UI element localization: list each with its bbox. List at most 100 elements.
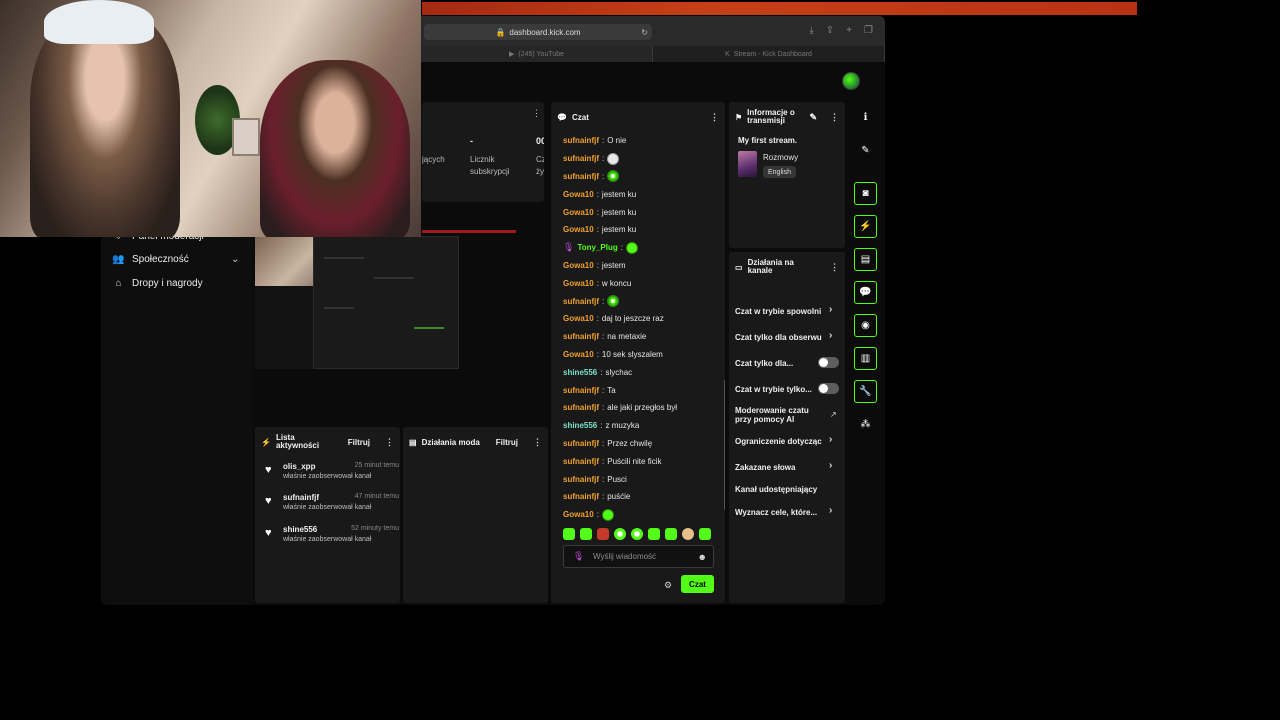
share-icon[interactable]: ⇪ — [826, 25, 834, 36]
address-bar[interactable]: 🔒 dashboard.kick.com ↻ — [424, 24, 652, 40]
send-chat-button[interactable]: Czat — [681, 575, 714, 593]
chat-username[interactable]: sufnainfjf — [563, 386, 599, 395]
gear-icon[interactable]: ⚙ — [664, 580, 672, 591]
emote-button[interactable] — [648, 528, 660, 540]
chat-username[interactable]: sufnainfjf — [563, 439, 599, 448]
sidebar-item-community[interactable]: 👥 Społeczność ⌄ — [112, 254, 239, 265]
emote-button[interactable] — [614, 528, 626, 540]
layout-icon[interactable]: ▥ — [854, 347, 877, 370]
emote-button[interactable] — [682, 528, 694, 540]
chevron-right-icon[interactable]: › — [829, 330, 832, 341]
emote-button[interactable] — [580, 528, 592, 540]
emote-icon — [601, 508, 614, 521]
emote-only-toggle[interactable] — [818, 383, 839, 394]
sidebar-item-drops[interactable]: ⌂ Dropy i nagrody — [113, 278, 202, 289]
kebab-menu-icon[interactable]: ⋮ — [830, 112, 839, 123]
chat-text: jestem ku — [601, 207, 637, 217]
follower-name[interactable]: shine556 — [283, 525, 317, 534]
chat-username[interactable]: sufnainfjf — [563, 492, 599, 501]
chat-username[interactable]: sufnainfjf — [563, 457, 599, 466]
chat-username[interactable]: Gowa10 — [563, 510, 594, 519]
kebab-menu-icon[interactable]: ⋮ — [385, 437, 394, 448]
chat-username[interactable]: sufnainfjf — [563, 136, 599, 145]
chat-username[interactable]: Gowa10 — [563, 208, 594, 217]
chat-username[interactable]: Tony_Plug — [577, 243, 617, 252]
external-link-icon[interactable]: ↗ — [830, 410, 837, 419]
filter-button[interactable]: Filtruj — [348, 438, 370, 447]
slow-mode-item[interactable]: Czat w trybie spowolni — [735, 307, 839, 316]
emote-button[interactable] — [665, 528, 677, 540]
chat-message: Gowa10: — [563, 506, 723, 524]
emoji-icon[interactable]: ☻ — [698, 552, 707, 562]
ai-moderation-item-2[interactable]: przy pomocy AI — [735, 415, 839, 424]
chat-username[interactable]: Gowa10 — [563, 350, 594, 359]
kebab-menu-icon[interactable]: ⋮ — [830, 262, 839, 273]
kebab-menu-icon[interactable]: ⋮ — [533, 437, 542, 448]
preview-screen — [313, 236, 459, 369]
chevron-down-icon[interactable]: ⌄ — [231, 254, 239, 265]
subscribers-only-toggle[interactable] — [818, 357, 839, 368]
chat-username[interactable]: shine556 — [563, 368, 597, 377]
set-goals-item[interactable]: Wyznacz cele, które... — [735, 508, 839, 517]
stream-preview[interactable] — [255, 236, 459, 369]
wrench-icon[interactable]: 🔧 — [854, 380, 877, 403]
chat-username[interactable]: sufnainfjf — [563, 403, 599, 412]
chevron-right-icon[interactable]: › — [829, 434, 832, 445]
chat-message: sufnainfjf: Puścili nite ficik — [563, 452, 723, 470]
tab-kick-dashboard[interactable]: K Stream - Kick Dashboard — [653, 46, 885, 62]
follower-name[interactable]: sufnainfjf — [283, 493, 319, 502]
camera-icon[interactable]: ◙ — [854, 182, 877, 205]
chevron-right-icon[interactable]: › — [829, 460, 832, 471]
kebab-menu-icon[interactable]: ⋮ — [710, 112, 719, 123]
emote-button[interactable] — [563, 528, 575, 540]
chat-bubble-icon[interactable]: 💬 — [854, 281, 877, 304]
chat-username[interactable]: Gowa10 — [563, 279, 594, 288]
ai-moderation-item[interactable]: Moderowanie czatu — [735, 406, 839, 415]
chat-username[interactable]: sufnainfjf — [563, 154, 599, 163]
chat-scrollbar[interactable] — [724, 380, 725, 510]
broadcast-icon[interactable]: ◉ — [854, 314, 877, 337]
chat-separator: : — [602, 154, 605, 164]
tab-youtube[interactable]: ▶ (245) YouTube — [421, 46, 653, 62]
followers-only-item[interactable]: Czat tylko dla obserwu — [735, 333, 839, 342]
chevron-right-icon[interactable]: › — [829, 505, 832, 516]
chat-username[interactable]: Gowa10 — [563, 190, 594, 199]
flash-icon[interactable]: ⚡ — [854, 215, 877, 238]
chat-message: sufnainfjf: O nie — [563, 132, 723, 150]
chat-username[interactable]: sufnainfjf — [563, 332, 599, 341]
chat-username[interactable]: sufnainfjf — [563, 297, 599, 306]
chat-text: na metaxie — [607, 332, 647, 342]
chat-username[interactable]: sufnainfjf — [563, 475, 599, 484]
reload-icon[interactable]: ↻ — [641, 28, 648, 37]
host-channel-item[interactable]: Kanał udostępniający — [735, 485, 839, 494]
avatar[interactable] — [842, 72, 860, 90]
kebab-menu-icon[interactable]: ⋮ — [532, 108, 541, 119]
chat-separator: : — [596, 260, 599, 270]
chat-bubble-icon: 💬 — [557, 112, 567, 122]
new-tab-icon[interactable]: + — [846, 25, 852, 36]
emote-button[interactable] — [631, 528, 643, 540]
chat-username[interactable]: sufnainfjf — [563, 172, 599, 181]
chat-username[interactable]: Gowa10 — [563, 261, 594, 270]
chat-username[interactable]: Gowa10 — [563, 314, 594, 323]
streamer-left-image — [30, 10, 180, 237]
emote-button[interactable] — [597, 528, 609, 540]
info-icon[interactable]: ℹ — [854, 106, 877, 129]
banned-words-item[interactable]: Zakazane słowa — [735, 463, 839, 472]
tabs-overview-icon[interactable]: ❐ — [864, 25, 873, 36]
filter-button[interactable]: Filtruj — [496, 438, 518, 447]
chat-username[interactable]: shine556 — [563, 421, 597, 430]
chevron-right-icon[interactable]: › — [829, 304, 832, 315]
restrictions-item[interactable]: Ograniczenie dotycząc — [735, 437, 839, 446]
stats-panel: ⋮ - 00: jących Licznik subskrypcji Cza ż… — [422, 102, 544, 202]
pencil-icon[interactable]: ✎ — [854, 139, 877, 162]
emote-button[interactable] — [699, 528, 711, 540]
pencil-icon[interactable]: ✎ — [809, 112, 817, 123]
chat-username[interactable]: Gowa10 — [563, 225, 594, 234]
preview-line — [414, 327, 444, 329]
chat-input[interactable]: 🎙 Wyślij wiadomość ☻ — [563, 545, 714, 568]
document-icon[interactable]: ▤ — [854, 248, 877, 271]
apps-icon[interactable]: ⁂ — [854, 413, 877, 436]
follower-name[interactable]: olis_xpp — [283, 462, 315, 471]
download-icon[interactable]: ⤓ — [809, 25, 813, 36]
